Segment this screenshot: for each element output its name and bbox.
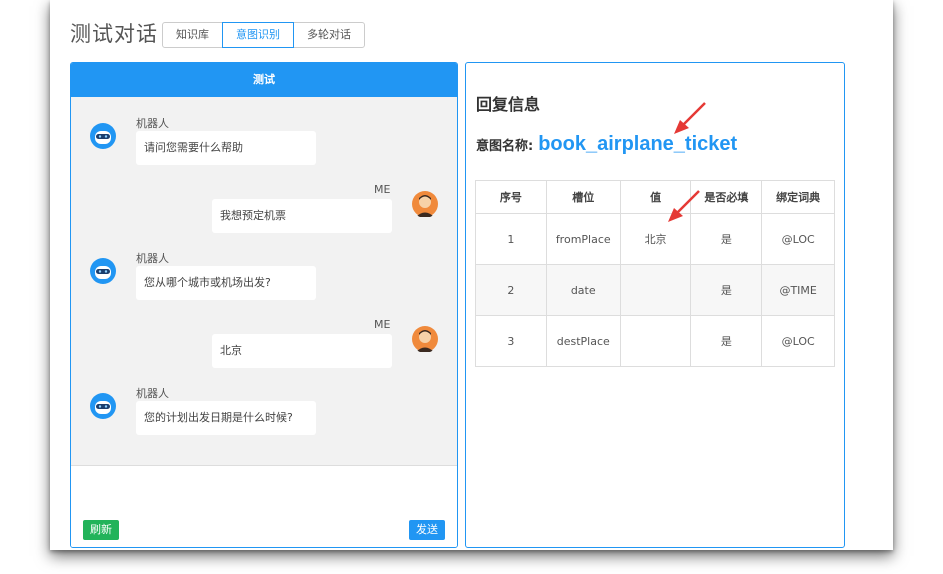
column-header: 序号 bbox=[475, 180, 547, 214]
chat-panel: 测试 机器人 请问您需要什么帮助 ME 我想预定机票 机器人 您从哪个城市或机场… bbox=[70, 62, 458, 548]
page-title: 测试对话 bbox=[70, 22, 158, 46]
table-cell: 3 bbox=[475, 315, 547, 367]
user-message-bubble: 我想预定机票 bbox=[212, 199, 392, 233]
table-cell bbox=[619, 315, 692, 367]
column-header: 槽位 bbox=[545, 180, 621, 214]
column-header: 绑定词典 bbox=[761, 180, 835, 214]
sender-name: ME bbox=[374, 183, 391, 196]
column-header: 是否必填 bbox=[690, 180, 763, 214]
user-avatar-icon bbox=[412, 326, 438, 352]
tab-multi-turn-dialog[interactable]: 多轮对话 bbox=[293, 22, 365, 48]
refresh-button[interactable]: 刷新 bbox=[83, 520, 119, 540]
table-row: 1 fromPlace 北京 是 @LOC bbox=[475, 213, 835, 265]
table-row: 2 date 是 @TIME bbox=[475, 264, 835, 316]
table-cell: @TIME bbox=[761, 264, 835, 316]
robot-avatar-icon bbox=[90, 123, 116, 149]
table-cell: date bbox=[545, 264, 621, 316]
table-cell: 是 bbox=[690, 264, 763, 316]
user-message-bubble: 北京 bbox=[212, 334, 392, 368]
user-avatar-icon bbox=[412, 191, 438, 217]
send-button[interactable]: 发送 bbox=[409, 520, 445, 540]
message-input[interactable]: 刷新 发送 bbox=[71, 465, 457, 547]
table-cell: 是 bbox=[690, 213, 763, 265]
tab-intent-recognition[interactable]: 意图识别 bbox=[222, 22, 294, 48]
table-cell: 北京 bbox=[619, 213, 692, 265]
sender-name: 机器人 bbox=[136, 117, 169, 130]
tab-knowledge-base[interactable]: 知识库 bbox=[162, 22, 223, 48]
table-cell bbox=[619, 264, 692, 316]
table-cell: @LOC bbox=[761, 315, 835, 367]
sender-name: ME bbox=[374, 318, 391, 331]
table-cell: fromPlace bbox=[545, 213, 621, 265]
bot-message-bubble: 您的计划出发日期是什么时候? bbox=[136, 401, 316, 435]
intent-value: book_airplane_ticket bbox=[538, 133, 738, 155]
robot-avatar-icon bbox=[90, 393, 116, 419]
sender-name: 机器人 bbox=[136, 252, 169, 265]
column-header: 值 bbox=[619, 180, 692, 214]
reply-panel: 回复信息 意图名称: book_airplane_ticket 序号 槽位 值 … bbox=[465, 62, 845, 548]
chat-messages[interactable]: 机器人 请问您需要什么帮助 ME 我想预定机票 机器人 您从哪个城市或机场出发?… bbox=[71, 97, 457, 465]
tab-bar: 知识库 意图识别 多轮对话 bbox=[162, 22, 365, 48]
robot-avatar-icon bbox=[90, 258, 116, 284]
reply-title: 回复信息 bbox=[476, 95, 541, 114]
bot-message-bubble: 您从哪个城市或机场出发? bbox=[136, 266, 316, 300]
bot-message-bubble: 请问您需要什么帮助 bbox=[136, 131, 316, 165]
intent-row: 意图名称: book_airplane_ticket bbox=[476, 133, 737, 156]
table-cell: 2 bbox=[475, 264, 547, 316]
table-row: 3 destPlace 是 @LOC bbox=[475, 315, 835, 367]
table-cell: 是 bbox=[690, 315, 763, 367]
table-cell: @LOC bbox=[761, 213, 835, 265]
table-cell: destPlace bbox=[545, 315, 621, 367]
slot-table: 序号 槽位 值 是否必填 绑定词典 1 fromPlace 北京 是 @LOC … bbox=[475, 180, 835, 367]
chat-header: 测试 bbox=[71, 63, 457, 97]
intent-label: 意图名称: bbox=[476, 139, 534, 154]
sender-name: 机器人 bbox=[136, 387, 169, 400]
table-header-row: 序号 槽位 值 是否必填 绑定词典 bbox=[475, 180, 835, 214]
table-cell: 1 bbox=[475, 213, 547, 265]
